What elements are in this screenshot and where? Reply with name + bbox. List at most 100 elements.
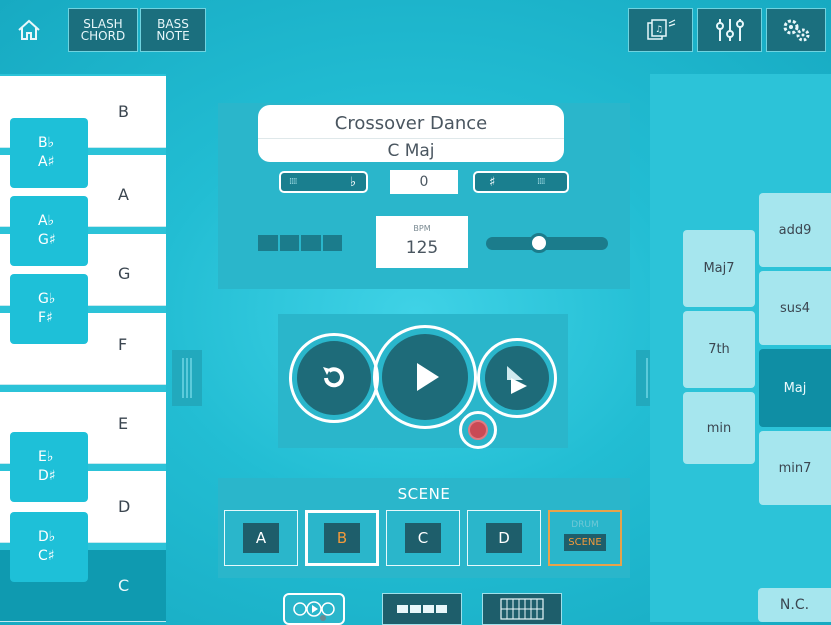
chord-label: Maj7 [703, 261, 735, 276]
key-flat-label: D♭ [38, 529, 56, 545]
song-title: Crossover Dance [334, 113, 488, 134]
key-dflat-csharp[interactable]: D♭ C♯ [10, 512, 88, 582]
key-sharp-label: A♯ [38, 154, 55, 170]
no-chord-button[interactable]: N.C. [758, 588, 831, 622]
fill-play-button-face [485, 346, 549, 410]
chord-blocks-icon [397, 605, 447, 613]
slash-chord-button[interactable]: SLASH CHORD [68, 8, 138, 52]
scene-d-label: D [486, 523, 522, 553]
scene-b-button[interactable]: B [305, 510, 379, 566]
drum-label: DRUM [571, 520, 599, 530]
chord-label: min [706, 420, 732, 436]
chord-maj7-button[interactable]: Maj7 [683, 230, 755, 307]
mixer-button[interactable] [697, 8, 762, 52]
home-icon [18, 19, 40, 40]
key-bflat-asharp[interactable]: B♭ A♯ [10, 118, 88, 188]
bpm-display[interactable]: BPM 125 [376, 216, 468, 268]
key-aflat-gsharp[interactable]: A♭ G♯ [10, 196, 88, 266]
beat-block [301, 235, 321, 251]
beat-block [279, 235, 299, 251]
chord-label: Maj [783, 380, 807, 396]
no-chord-label: N.C. [779, 597, 810, 613]
key-sharp-label: C♯ [38, 548, 55, 564]
drum-scene-button[interactable]: DRUM SCENE [548, 510, 622, 566]
song-library-button[interactable]: ♫ [628, 8, 693, 52]
key-flat-label: G♭ [38, 291, 56, 307]
play-button-face [382, 334, 468, 420]
key-gflat-fsharp[interactable]: G♭ F♯ [10, 274, 88, 344]
scene-d-button[interactable]: D [467, 510, 541, 566]
play-button[interactable] [373, 325, 477, 429]
song-library-icon: ♫ [646, 19, 675, 40]
key-flat-label: E♭ [38, 449, 54, 465]
chord-label: add9 [778, 222, 812, 238]
transport-mode-button[interactable] [283, 593, 345, 625]
piano-grid-icon [500, 598, 544, 620]
key-sharp-label: G♯ [38, 232, 56, 248]
home-button[interactable] [8, 8, 50, 52]
key-flat-label: B♭ [38, 135, 55, 151]
song-key: C Maj [258, 138, 564, 161]
scene-a-label: A [243, 523, 279, 553]
loop-button-face [297, 341, 371, 415]
key-g-label: G [118, 264, 131, 283]
chord-sus4-button[interactable]: sus4 [759, 271, 831, 345]
record-icon [468, 420, 488, 440]
chord-min-button[interactable]: min [683, 392, 755, 464]
key-flat-label: A♭ [38, 213, 55, 229]
chord-progression-mode-button[interactable] [382, 593, 462, 625]
key-sharp-label: F♯ [38, 310, 53, 326]
loop-icon [323, 367, 344, 388]
chord-label: sus4 [779, 300, 811, 316]
transpose-value: 0 [390, 170, 458, 194]
scene-c-label: C [405, 523, 441, 553]
drum-scene-label: SCENE [564, 534, 606, 551]
bpm-label: BPM [413, 224, 431, 233]
chord-label: min7 [778, 460, 812, 476]
slash-chord-label-2: CHORD [80, 29, 126, 43]
play-icon [417, 363, 439, 391]
sharp-symbol: ♯ [489, 174, 496, 190]
grip-dots: ⁞⁞⁞⁞ [289, 177, 298, 187]
loop-button[interactable] [289, 333, 379, 423]
transpose-up-button[interactable]: ♯ ⁞⁞⁞⁞ [473, 171, 569, 193]
chord-maj-button[interactable]: Maj [759, 349, 831, 427]
beat-block [258, 235, 278, 251]
bass-note-label-2: NOTE [156, 29, 190, 43]
grip-dots: ⁞⁞⁞⁞ [537, 177, 546, 187]
fill-play-button[interactable] [477, 338, 557, 418]
key-c-label: C [118, 576, 130, 595]
beat-indicator [258, 235, 342, 251]
transpose-down-button[interactable]: ⁞⁞⁞⁞ ♭ [279, 171, 368, 193]
scene-title: SCENE [397, 485, 451, 503]
left-panel-handle[interactable] [172, 350, 202, 406]
scene-c-button[interactable]: C [386, 510, 460, 566]
key-eflat-dsharp[interactable]: E♭ D♯ [10, 432, 88, 502]
record-button[interactable] [459, 411, 497, 449]
mixer-icon [715, 19, 744, 41]
key-d-label: D [118, 497, 131, 516]
flat-symbol: ♭ [349, 174, 356, 190]
key-f-label: F [118, 335, 128, 354]
song-title-box[interactable]: Crossover Dance C Maj [258, 105, 564, 162]
tempo-slider-knob[interactable] [528, 233, 549, 253]
settings-button[interactable] [766, 8, 826, 52]
fill-play-icon [507, 366, 527, 394]
top-toolbar: SLASH CHORD BASS NOTE ♫ [0, 0, 831, 58]
beat-block [322, 235, 342, 251]
scene-a-button[interactable]: A [224, 510, 298, 566]
key-sharp-label: D♯ [38, 468, 56, 484]
transport-mode-icon [293, 601, 335, 621]
bpm-value: 125 [405, 238, 439, 258]
chord-min7-button[interactable]: min7 [759, 431, 831, 505]
svg-text:♫: ♫ [655, 25, 663, 35]
key-e-label: E [118, 414, 129, 433]
key-a-label: A [118, 185, 129, 204]
chord-add9-button[interactable]: add9 [759, 193, 831, 267]
chord-label: 7th [708, 342, 730, 357]
settings-icon [783, 19, 810, 42]
key-b-label: B [118, 102, 129, 121]
keyboard-mode-button[interactable] [482, 593, 562, 625]
bass-note-button[interactable]: BASS NOTE [140, 8, 206, 52]
chord-7th-button[interactable]: 7th [683, 311, 755, 388]
